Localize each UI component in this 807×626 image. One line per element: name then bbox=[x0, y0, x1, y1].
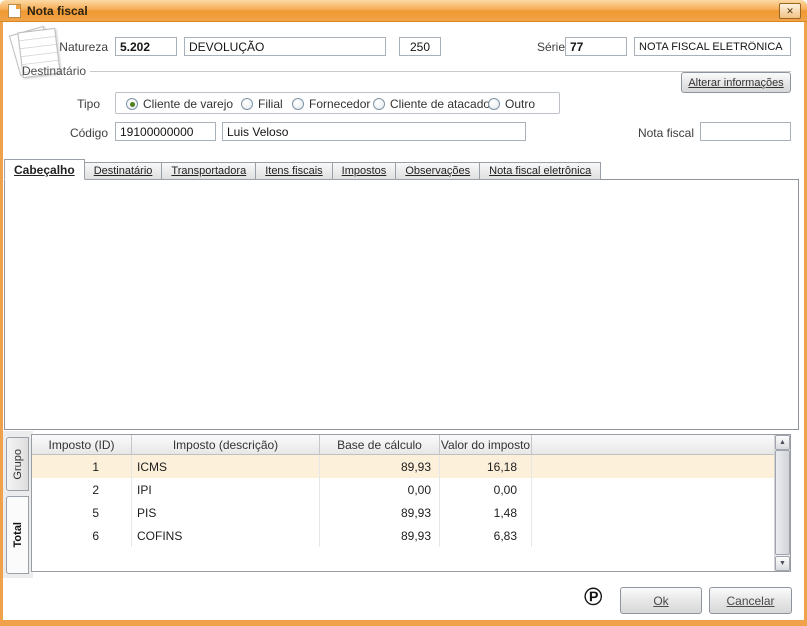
natureza-code-input[interactable] bbox=[115, 37, 177, 56]
grid-header-filler bbox=[532, 435, 774, 454]
serie-input[interactable] bbox=[565, 37, 627, 56]
tab-strip: Cabeçalho Destinatário Transportadora It… bbox=[4, 159, 600, 180]
grid-header-imposto-descricao[interactable]: Imposto (descrição) bbox=[132, 435, 320, 454]
radio-cliente-varejo[interactable]: Cliente de varejo bbox=[126, 97, 233, 111]
tab-impostos[interactable]: Impostos bbox=[332, 162, 397, 180]
grid-header-base-calculo[interactable]: Base de cálculo bbox=[320, 435, 440, 454]
radio-outro[interactable]: Outro bbox=[488, 97, 535, 111]
grid-header-imposto-id[interactable]: Imposto (ID) bbox=[32, 435, 132, 454]
impostos-grid: Imposto (ID) Imposto (descrição) Base de… bbox=[31, 434, 791, 572]
cancelar-button[interactable]: Cancelar bbox=[709, 587, 792, 614]
tab-observacoes[interactable]: Observações bbox=[395, 162, 480, 180]
radio-fornecedor[interactable]: Fornecedor bbox=[292, 97, 370, 111]
p-symbol-button[interactable]: ℗ bbox=[584, 583, 602, 611]
side-tab-total[interactable]: Total bbox=[6, 496, 29, 574]
tipo-label: Tipo bbox=[60, 97, 100, 111]
scrollbar-thumb[interactable] bbox=[775, 450, 790, 555]
window-icon bbox=[8, 4, 21, 18]
nota-fiscal-label: Nota fiscal bbox=[634, 126, 694, 140]
nota-fiscal-numero-input[interactable] bbox=[700, 122, 791, 141]
table-row[interactable]: 2 IPI 0,00 0,00 bbox=[32, 478, 774, 501]
natureza-desc-input[interactable] bbox=[184, 37, 386, 56]
tipo-radio-group: Cliente de varejo Filial Fornecedor Clie… bbox=[115, 92, 560, 114]
nota-fiscal-window: Nota fiscal ✕ Natureza Série Destinatári… bbox=[0, 0, 807, 626]
table-row[interactable]: 6 COFINS 89,93 6,83 bbox=[32, 524, 774, 547]
tab-destinatario[interactable]: Destinatário bbox=[84, 162, 163, 180]
destinatario-group-label: Destinatário bbox=[22, 64, 86, 78]
tab-itens-fiscais[interactable]: Itens fiscais bbox=[255, 162, 332, 180]
tab-nota-fiscal-eletronica[interactable]: Nota fiscal eletrônica bbox=[479, 162, 601, 180]
cabecalho-panel bbox=[4, 179, 799, 430]
serie-tipo-input[interactable] bbox=[634, 37, 791, 56]
cliente-nome-input[interactable] bbox=[222, 122, 526, 141]
window-title: Nota fiscal bbox=[27, 4, 88, 18]
ok-button[interactable]: Ok bbox=[620, 587, 702, 614]
grid-header-valor-imposto[interactable]: Valor do imposto bbox=[440, 435, 532, 454]
codigo-label: Código bbox=[58, 126, 108, 140]
window-border-bottom bbox=[0, 620, 807, 626]
radio-dot-icon bbox=[292, 98, 304, 110]
tab-transportadora[interactable]: Transportadora bbox=[161, 162, 256, 180]
serie-label: Série bbox=[537, 40, 565, 54]
title-bar: Nota fiscal ✕ bbox=[0, 0, 807, 22]
alterar-informacoes-button[interactable]: Alterar informações bbox=[681, 72, 791, 93]
grid-header-row: Imposto (ID) Imposto (descrição) Base de… bbox=[32, 435, 774, 455]
scroll-up-icon[interactable]: ▲ bbox=[775, 435, 790, 450]
side-tab-grupo[interactable]: Grupo bbox=[6, 437, 29, 491]
radio-dot-icon bbox=[373, 98, 385, 110]
close-icon[interactable]: ✕ bbox=[779, 3, 801, 19]
natureza-label: Natureza bbox=[38, 40, 108, 54]
table-row[interactable]: 1 ICMS 89,93 16,18 bbox=[32, 455, 774, 478]
scroll-down-icon[interactable]: ▼ bbox=[775, 556, 790, 571]
vertical-scrollbar[interactable]: ▲ ▼ bbox=[774, 435, 790, 571]
radio-cliente-atacado[interactable]: Cliente de atacado bbox=[373, 97, 490, 111]
radio-dot-icon bbox=[488, 98, 500, 110]
radio-filial[interactable]: Filial bbox=[241, 97, 283, 111]
table-row[interactable]: 5 PIS 89,93 1,48 bbox=[32, 501, 774, 524]
radio-dot-icon bbox=[241, 98, 253, 110]
tab-cabecalho[interactable]: Cabeçalho bbox=[4, 159, 85, 180]
natureza-cfop-input[interactable] bbox=[399, 37, 441, 56]
radio-dot-icon bbox=[126, 98, 138, 110]
codigo-input[interactable] bbox=[115, 122, 216, 141]
